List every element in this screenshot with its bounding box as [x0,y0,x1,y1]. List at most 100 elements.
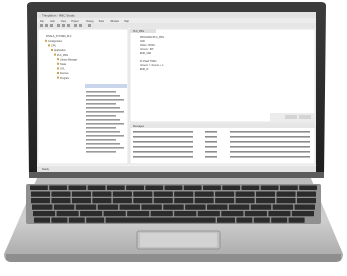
keyboard-key[interactable] [241,185,260,191]
keyboard-key[interactable] [126,185,144,191]
menu-item[interactable]: File [40,20,45,23]
keyboard-key[interactable] [183,185,202,191]
keyboard-key[interactable] [127,211,150,217]
keyboard-key[interactable] [32,204,53,210]
tree-item[interactable]: CPU [51,45,56,48]
keyboard-key[interactable] [207,204,228,210]
keyboard-key[interactable] [80,211,103,217]
keyboard-key[interactable] [164,185,183,191]
keyboard-key[interactable] [260,185,279,191]
keyboard-key[interactable] [119,204,140,210]
keyboard-key[interactable] [256,198,276,204]
messages-title: Messages [133,125,145,128]
menu-item[interactable]: Debug [86,20,94,23]
keyboard-key[interactable] [103,211,126,217]
keyboard-key[interactable] [150,211,173,217]
keyboard-key[interactable] [221,211,244,217]
code-line: bStart : BOOL; [140,44,156,47]
menu-item[interactable]: Help [124,20,130,23]
keyboard-key[interactable] [51,191,71,197]
tree-item[interactable]: Program [60,77,69,80]
keyboard-key[interactable] [244,211,267,217]
menu-item[interactable]: Edit [50,20,54,23]
tree-item[interactable]: Configuration [48,40,63,43]
keyboard-key[interactable] [31,198,51,204]
keyboard-key[interactable] [215,191,235,197]
keyboard-key[interactable] [92,191,112,197]
keyboard-key[interactable] [112,191,132,197]
keyboard-key[interactable] [71,191,91,197]
keyboard-key[interactable] [105,217,216,223]
keyboard-key[interactable] [97,204,119,210]
keyboard-key[interactable] [276,198,296,204]
keyboard-key[interactable] [253,217,270,223]
menu-item[interactable]: Project [71,20,79,23]
keyboard-key[interactable] [272,204,294,210]
keyboard-key[interactable] [174,191,194,197]
keyboard-key[interactable] [276,191,296,197]
keyboard-key[interactable] [75,204,97,210]
keyboard-key[interactable] [194,198,214,204]
keyboard-key[interactable] [291,211,314,217]
keyboard-key[interactable] [250,204,272,210]
keyboard-key[interactable] [197,211,220,217]
status-bar: Ready [42,168,50,171]
tree-item[interactable]: Devices [60,72,69,75]
keyboard-key[interactable] [153,198,173,204]
keyboard-key[interactable] [53,204,75,210]
keyboard-key[interactable] [256,191,276,197]
keyboard-key[interactable] [87,185,106,191]
keyboard-key[interactable] [215,198,235,204]
keyboard-key[interactable] [228,204,250,210]
tree-item[interactable]: PLC_PRG [57,54,68,57]
keyboard-key[interactable] [271,217,288,223]
keyboard-key[interactable] [296,198,316,204]
tree-item[interactable]: Tasks [60,63,67,66]
keyboard-key[interactable] [222,185,241,191]
keyboard-key[interactable] [235,191,255,197]
keyboard-key[interactable] [112,198,132,204]
keyboard-key[interactable] [141,204,162,210]
keyboard-key[interactable] [71,198,91,204]
keyboard-key[interactable] [174,211,197,217]
tree-item[interactable]: Application [54,49,66,52]
menu-item[interactable]: View [61,20,66,23]
keyboard-key[interactable] [33,211,56,217]
keyboard-key[interactable] [86,217,105,223]
keyboard-key[interactable] [174,198,194,204]
keyboard-key[interactable] [203,185,221,191]
keyboard-key[interactable] [288,217,305,223]
keyboard-key[interactable] [194,191,214,197]
ide-window-title: ThingWorx - RBC Studio [42,14,75,18]
keyboard-key[interactable] [56,211,79,217]
keyboard-key[interactable] [217,217,235,223]
keyboard-key[interactable] [296,191,316,197]
tree-item[interactable]: GVL [60,68,65,71]
keyboard-key[interactable] [92,198,112,204]
keyboard-key[interactable] [145,185,164,191]
editor-tab[interactable]: PLC_PRG [133,30,144,33]
keyboard-key[interactable] [51,217,68,223]
keyboard-key[interactable] [268,211,291,217]
keyboard-key[interactable] [51,198,71,204]
keyboard-key[interactable] [68,217,85,223]
keyboard-key[interactable] [133,198,153,204]
keyboard-key[interactable] [34,217,50,223]
keyboard-key[interactable] [294,204,315,210]
keyboard-key[interactable] [235,198,255,204]
keyboard-key[interactable] [236,217,253,223]
keyboard-key[interactable] [185,204,206,210]
menu-item[interactable]: Window [110,20,119,23]
keyboard-key[interactable] [68,185,87,191]
keyboard-key[interactable] [163,204,184,210]
keyboard-key[interactable] [279,185,298,191]
keyboard-key[interactable] [30,185,48,191]
keyboard-key[interactable] [299,185,317,191]
keyboard-key[interactable] [106,185,125,191]
keyboard-key[interactable] [31,191,51,197]
keyboard-key[interactable] [153,191,173,197]
keyboard-key[interactable] [133,191,153,197]
keyboard-key[interactable] [49,185,68,191]
tree-item[interactable]: Library Manager [60,58,78,61]
menu-item[interactable]: Tools [98,20,104,23]
